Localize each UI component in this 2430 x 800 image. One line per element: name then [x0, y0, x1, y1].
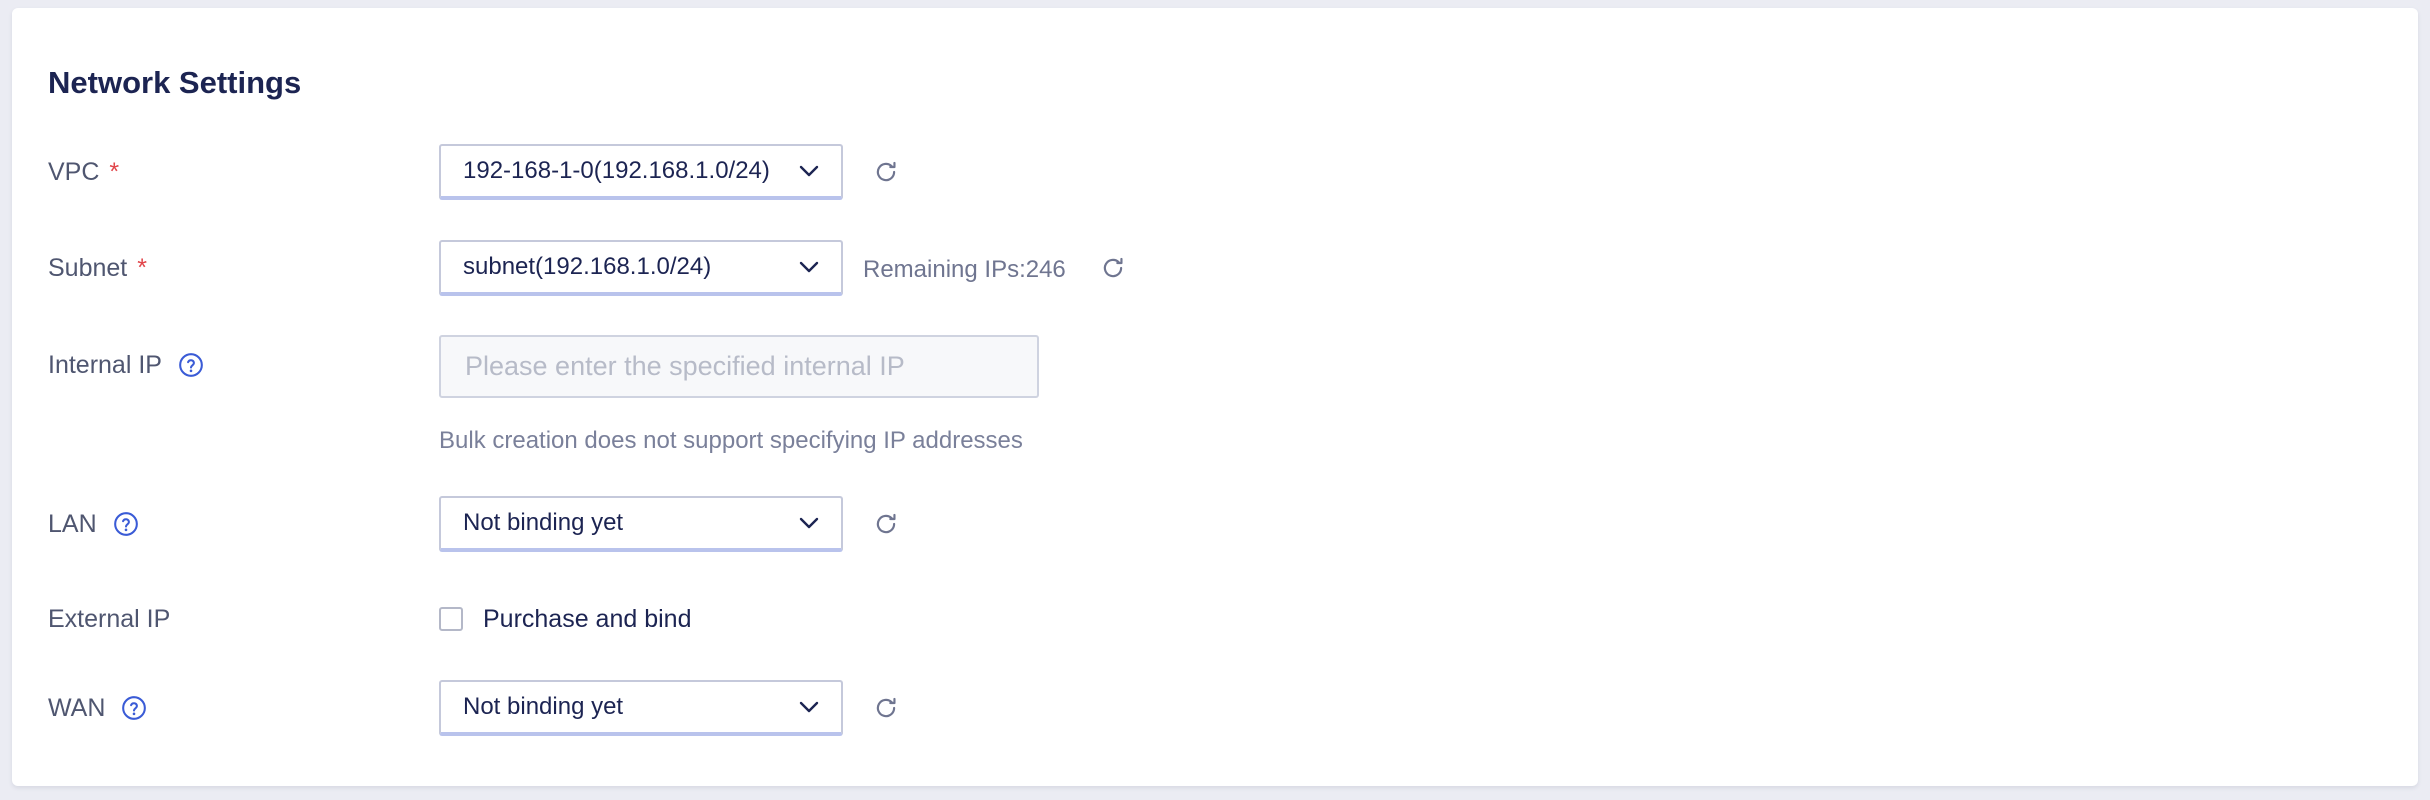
purchase-and-bind-option[interactable]: Purchase and bind — [439, 599, 691, 639]
chevron-down-icon — [799, 165, 819, 177]
vpc-label-row: VPC * — [48, 142, 119, 202]
subnet-select-value: subnet(192.168.1.0/24) — [463, 253, 712, 280]
vpc-required-mark: * — [109, 157, 120, 186]
wan-label: WAN — [48, 693, 106, 722]
chevron-down-icon — [799, 261, 819, 273]
subnet-required-mark: * — [137, 253, 147, 282]
lan-select[interactable]: Not binding yet — [439, 496, 843, 552]
section-title: Network Settings — [48, 65, 302, 100]
remaining-ips-text: Remaining IPs:246 — [863, 256, 1066, 283]
subnet-label-row: Subnet * — [48, 238, 147, 298]
vpc-select[interactable]: 192-168-1-0(192.168.1.0/24) — [439, 144, 843, 200]
wan-select-value: Not binding yet — [463, 693, 624, 720]
lan-label: LAN — [48, 509, 97, 538]
chevron-down-icon — [799, 701, 819, 713]
purchase-and-bind-checkbox[interactable] — [439, 607, 463, 631]
internal-ip-label-row: Internal IP — [48, 335, 204, 395]
refresh-icon[interactable] — [872, 510, 900, 538]
subnet-select[interactable]: subnet(192.168.1.0/24) — [439, 240, 843, 296]
network-settings-card — [12, 8, 2418, 786]
external-ip-label-row: External IP — [48, 589, 170, 649]
refresh-icon[interactable] — [1099, 254, 1127, 282]
vpc-select-value: 192-168-1-0(192.168.1.0/24) — [463, 157, 770, 184]
question-circle-icon[interactable] — [178, 352, 204, 378]
purchase-and-bind-label[interactable]: Purchase and bind — [483, 605, 691, 634]
internal-ip-hint: Bulk creation does not support specifyin… — [439, 427, 1023, 454]
wan-label-row: WAN — [48, 678, 147, 738]
refresh-icon[interactable] — [872, 158, 900, 186]
internal-ip-label: Internal IP — [48, 350, 162, 379]
external-ip-label: External IP — [48, 604, 171, 633]
refresh-icon[interactable] — [872, 694, 900, 722]
wan-select[interactable]: Not binding yet — [439, 680, 843, 736]
question-circle-icon[interactable] — [121, 695, 147, 721]
question-circle-icon[interactable] — [113, 511, 139, 537]
lan-label-row: LAN — [48, 494, 139, 554]
subnet-label: Subnet — [48, 253, 128, 282]
lan-select-value: Not binding yet — [463, 509, 624, 536]
vpc-label: VPC — [48, 157, 100, 186]
chevron-down-icon — [799, 517, 819, 529]
internal-ip-input[interactable] — [439, 335, 1039, 398]
